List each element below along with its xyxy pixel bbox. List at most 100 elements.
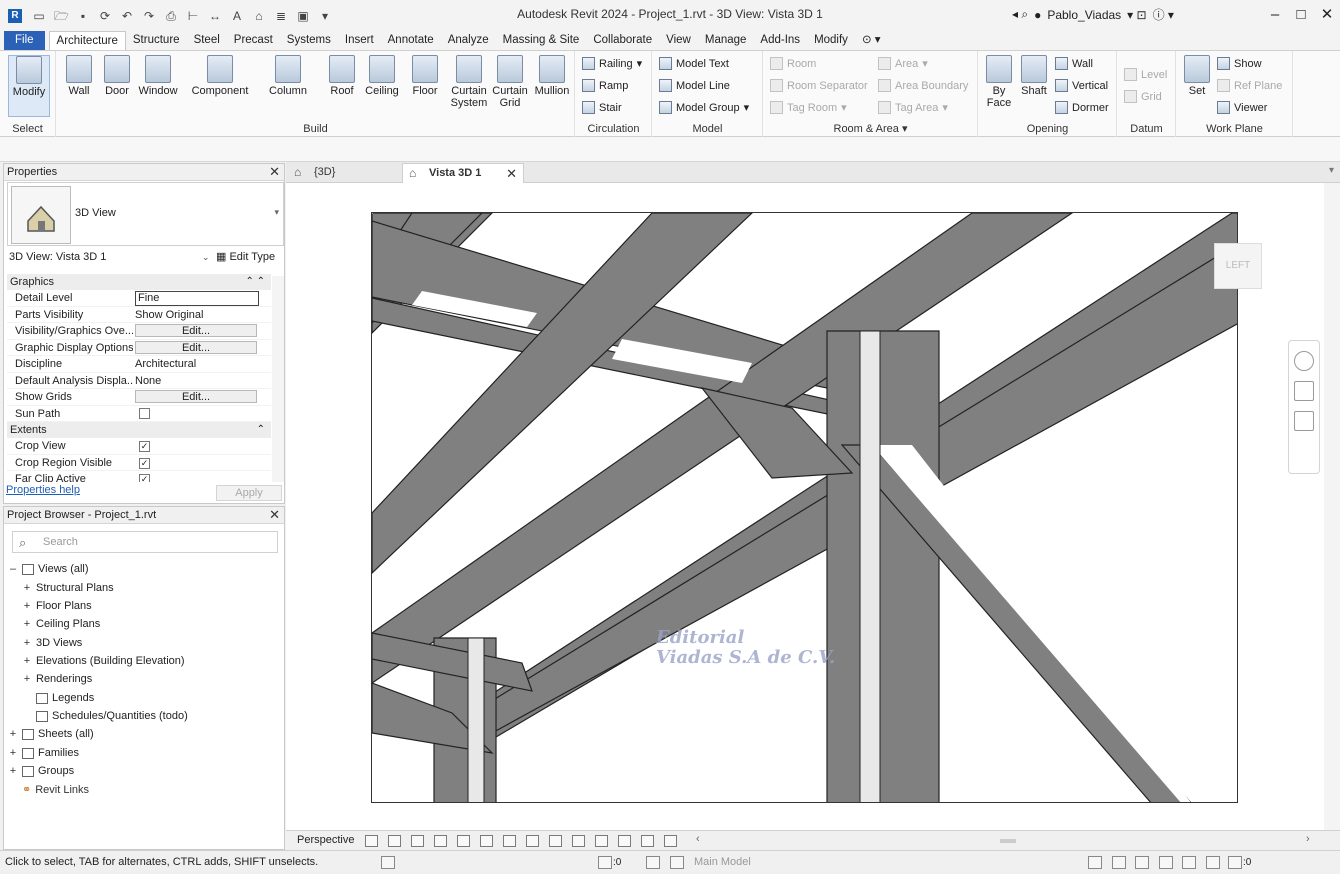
expand-toggle[interactable]: + [22, 618, 32, 630]
steering-wheel-icon[interactable] [1294, 351, 1314, 371]
type-selector[interactable]: 3D View ▾ [7, 182, 284, 246]
tab-3d[interactable]: ⌂ {3D} [288, 163, 398, 183]
ceiling-button[interactable]: Ceiling [363, 55, 401, 97]
tree-renderings[interactable]: + Renderings [22, 673, 92, 685]
apply-button[interactable]: Apply [216, 485, 282, 501]
room-separator-button[interactable]: Room Separator [770, 79, 868, 92]
constraints-icon[interactable] [664, 835, 677, 847]
home-icon[interactable]: ▭ [32, 9, 46, 23]
tree-views-all[interactable]: – Views (all) [8, 563, 89, 575]
grid-button[interactable]: Grid [1124, 90, 1162, 103]
scroll-right-icon[interactable]: › [1306, 833, 1310, 845]
save-icon[interactable]: ▪ [76, 9, 90, 23]
tree-elevations[interactable]: + Elevations (Building Elevation) [22, 655, 185, 667]
properties-scrollbar[interactable] [272, 276, 284, 482]
detail-level-icon[interactable] [365, 835, 378, 847]
area-button[interactable]: Area ▾ [878, 57, 928, 70]
close-tab-icon[interactable]: ✕ [506, 164, 517, 183]
vertical-opening-button[interactable]: Vertical [1055, 79, 1108, 92]
wall-button[interactable]: Wall [61, 55, 97, 97]
properties-help-link[interactable]: Properties help [6, 484, 80, 496]
select-links-icon[interactable] [1088, 856, 1102, 869]
edit-type-button[interactable]: ▦ Edit Type [216, 248, 275, 266]
tab-view[interactable]: View [659, 31, 698, 50]
close-button[interactable]: ✕ [1314, 0, 1340, 31]
tree-schedules[interactable]: Schedules/Quantities (todo) [22, 710, 188, 722]
expand-toggle[interactable]: + [8, 747, 18, 759]
viewer-button[interactable]: Viewer [1217, 101, 1267, 114]
ref-plane-button[interactable]: Ref Plane [1217, 79, 1282, 92]
edit-button[interactable]: Edit... [135, 390, 257, 403]
redo-icon[interactable]: ↷ [142, 9, 156, 23]
user-icon[interactable]: ● [1034, 8, 1041, 22]
search-binoculars-icon[interactable]: ◂ ⌕ [1012, 7, 1028, 22]
tab-systems[interactable]: Systems [280, 31, 338, 50]
revit-logo-icon[interactable]: R [8, 8, 22, 23]
show-work-plane-button[interactable]: Show [1217, 57, 1262, 70]
help-icon[interactable]: ⓘ ▾ [1153, 6, 1174, 23]
tree-floor-plans[interactable]: + Floor Plans [22, 600, 92, 612]
tree-groups[interactable]: + Groups [8, 765, 74, 777]
search-input[interactable]: ⌕ Search [12, 531, 278, 553]
stair-button[interactable]: Stair [582, 101, 622, 114]
dormer-button[interactable]: Dormer [1055, 101, 1109, 114]
reveal-hidden-icon[interactable] [572, 835, 585, 847]
room-button[interactable]: Room [770, 57, 816, 70]
lock-view-icon[interactable] [526, 835, 539, 847]
visual-style-icon[interactable] [388, 835, 401, 847]
close-properties-icon[interactable]: ✕ [269, 164, 280, 180]
sun-path-checkbox[interactable] [139, 407, 150, 419]
main-model-icon[interactable] [670, 856, 684, 869]
select-panel-label[interactable]: Select [0, 123, 55, 135]
projection-mode[interactable]: Perspective [297, 834, 354, 846]
render-icon[interactable] [457, 835, 470, 847]
sync-icon[interactable]: ⟳ [98, 9, 112, 23]
expand-toggle[interactable]: + [22, 655, 32, 667]
expand-toggle[interactable]: + [22, 600, 32, 612]
tag-area-button[interactable]: Tag Area ▾ [878, 101, 948, 114]
level-button[interactable]: Level [1124, 68, 1167, 81]
model-group-button[interactable]: Model Group ▾ [659, 101, 749, 114]
expand-toggle[interactable]: + [8, 765, 18, 777]
editable-only-icon[interactable] [598, 856, 612, 869]
door-button[interactable]: Door [101, 55, 133, 97]
ramp-button[interactable]: Ramp [582, 79, 628, 92]
orbit-icon[interactable] [1294, 411, 1314, 431]
tab-overflow-icon[interactable]: ▾ [1329, 165, 1334, 176]
view-vertical-scrollbar[interactable] [1324, 183, 1340, 830]
tab-massing-site[interactable]: Massing & Site [496, 31, 587, 50]
tab-steel[interactable]: Steel [187, 31, 227, 50]
switch-windows-icon[interactable]: ▣ [296, 9, 310, 23]
shaft-button[interactable]: Shaft [1017, 55, 1051, 97]
collapse-icon[interactable]: ⌃ [257, 422, 265, 438]
scroll-left-icon[interactable]: ‹ [696, 833, 700, 845]
user-name[interactable]: Pablo_Viadas [1047, 8, 1121, 22]
collapse-icon[interactable]: ⌃ ⌃ [245, 274, 265, 290]
detail-level-value[interactable]: Fine [135, 291, 259, 306]
cart-icon[interactable]: ▾ ⊡ [1127, 8, 1146, 22]
shadows-icon[interactable] [434, 835, 447, 847]
minimize-button[interactable]: – [1262, 0, 1288, 31]
tab-structure[interactable]: Structure [126, 31, 187, 50]
model-text-button[interactable]: Model Text [659, 57, 729, 70]
mullion-button[interactable]: Mullion [531, 55, 573, 97]
modify-button[interactable]: Modify [8, 55, 50, 117]
tab-collaborate[interactable]: Collaborate [586, 31, 659, 50]
prop-value[interactable]: None [133, 373, 271, 389]
tree-revit-links[interactable]: ⚭ Revit Links [8, 783, 89, 797]
chevron-down-icon[interactable]: ⌄ [202, 248, 210, 266]
model-line-button[interactable]: Model Line [659, 79, 730, 92]
window-button[interactable]: Window [135, 55, 181, 97]
tab-insert[interactable]: Insert [338, 31, 381, 50]
open-icon[interactable]: 🗁 [54, 9, 69, 23]
room-area-panel-label[interactable]: Room & Area ▾ [764, 122, 977, 135]
tab-modify[interactable]: Modify [807, 31, 855, 50]
customize-qat-icon[interactable]: ▾ [318, 9, 332, 23]
analytical-model-icon[interactable] [641, 835, 654, 847]
tree-sheets[interactable]: + Sheets (all) [8, 728, 94, 740]
print-icon[interactable]: ⎙ [164, 9, 178, 23]
by-face-button[interactable]: By Face [983, 55, 1015, 109]
temporary-view-properties-icon[interactable] [618, 835, 631, 847]
tab-architecture[interactable]: Architecture [48, 31, 126, 50]
crop-region-visible-checkbox[interactable]: ✓ [139, 457, 150, 469]
